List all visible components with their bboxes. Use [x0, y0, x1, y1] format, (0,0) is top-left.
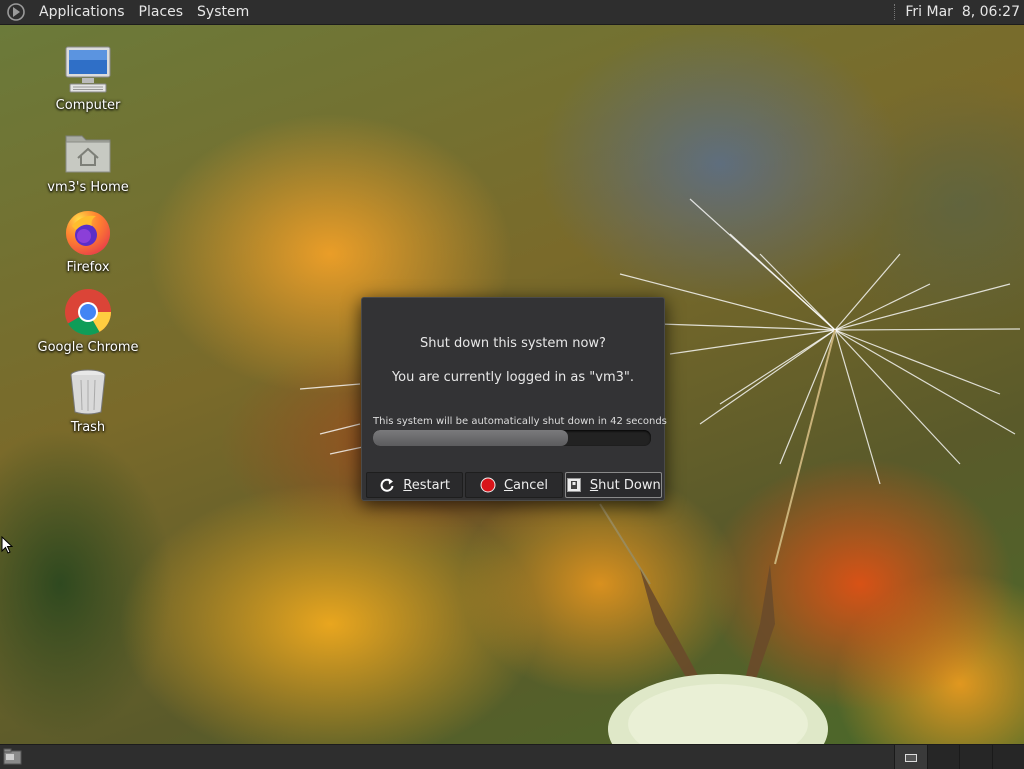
desktop-icon-computer[interactable]: Computer	[33, 44, 143, 113]
applications-menu[interactable]: Applications	[32, 0, 132, 24]
firefox-icon	[62, 206, 114, 258]
dialog-buttons: Restart Cancel Shut Down	[366, 472, 662, 498]
mouse-pointer-icon	[1, 536, 13, 554]
restart-label: Restart	[403, 478, 450, 493]
desktop-icon-label: Trash	[33, 420, 143, 435]
restart-button[interactable]: Restart	[366, 472, 463, 498]
dialog-subtitle: You are currently logged in as "vm3".	[362, 370, 664, 385]
places-menu[interactable]: Places	[132, 0, 191, 24]
show-desktop-icon[interactable]	[3, 748, 23, 766]
workspace-switcher	[894, 745, 1024, 769]
workspace-4[interactable]	[992, 745, 1024, 769]
computer-icon	[62, 44, 114, 96]
chrome-icon	[62, 286, 114, 338]
home-folder-icon	[62, 126, 114, 178]
desktop-icon-label: Computer	[33, 98, 143, 113]
desktop-icon-label: vm3's Home	[33, 180, 143, 195]
panel-handle[interactable]	[894, 4, 897, 20]
dialog-title: Shut down this system now?	[362, 336, 664, 351]
shutdown-label: Shut Down	[590, 478, 661, 493]
desktop-icon-label: Google Chrome	[33, 340, 143, 355]
desktop-icon-home[interactable]: vm3's Home	[33, 126, 143, 195]
bottom-panel	[0, 744, 1024, 769]
cancel-label: Cancel	[504, 478, 548, 493]
panel-right-area: Fri Mar 8, 06:27	[894, 4, 1024, 20]
desktop-icon-trash[interactable]: Trash	[33, 366, 143, 435]
top-panel: Applications Places System Fri Mar 8, 06…	[0, 0, 1024, 25]
countdown-progress-bar	[373, 430, 651, 446]
desktop-icon-firefox[interactable]: Firefox	[33, 206, 143, 275]
workspace-3[interactable]	[959, 745, 992, 769]
desktop-icon-label: Firefox	[33, 260, 143, 275]
shutdown-dialog: Shut down this system now? You are curre…	[361, 297, 665, 501]
shutdown-icon	[566, 477, 582, 493]
clock[interactable]: Fri Mar 8, 06:27	[905, 4, 1024, 20]
cancel-icon	[480, 477, 496, 493]
system-menu[interactable]: System	[190, 0, 256, 24]
workspace-2[interactable]	[927, 745, 960, 769]
workspace-1[interactable]	[894, 745, 927, 769]
countdown-progress-fill	[373, 430, 568, 446]
restart-icon	[379, 477, 395, 493]
trash-icon	[62, 366, 114, 418]
countdown-text: This system will be automatically shut d…	[373, 416, 667, 427]
cancel-button[interactable]: Cancel	[465, 472, 562, 498]
mate-logo-icon[interactable]	[6, 2, 26, 22]
shutdown-button[interactable]: Shut Down	[565, 472, 662, 498]
desktop-icon-chrome[interactable]: Google Chrome	[33, 286, 143, 355]
